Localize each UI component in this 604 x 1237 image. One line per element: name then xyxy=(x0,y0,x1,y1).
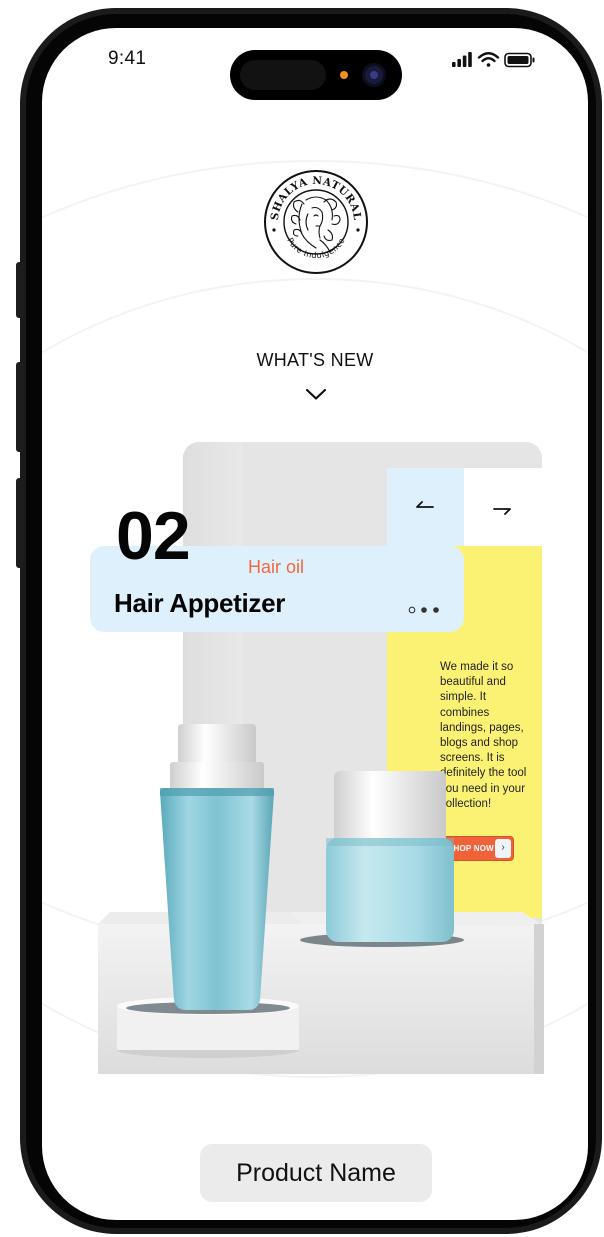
product-illustration xyxy=(98,724,544,1074)
section-heading: WHAT'S NEW xyxy=(256,350,374,370)
screen: 9:41 SHALYA NATURAL Pure Indulgence WHAT… xyxy=(42,28,588,1220)
chevron-down-icon[interactable] xyxy=(304,386,328,402)
product-category: Hair oil xyxy=(248,557,305,577)
status-icons xyxy=(452,52,535,68)
battery-icon xyxy=(504,52,535,68)
volume-down-button xyxy=(16,478,24,568)
product-title: Hair Appetizer xyxy=(114,588,286,618)
slide-dot[interactable] xyxy=(433,607,439,613)
arrow-right-icon[interactable] xyxy=(490,502,514,516)
arrow-left-icon[interactable] xyxy=(413,500,437,514)
privacy-indicator-icon xyxy=(340,71,348,79)
signal-icon xyxy=(452,52,472,67)
product-name-label: Product Name xyxy=(236,1159,396,1187)
brand-logo: SHALYA NATURAL Pure Indulgence xyxy=(264,170,368,274)
action-button xyxy=(16,262,24,318)
slide-indicator[interactable] xyxy=(408,606,444,614)
camera-icon xyxy=(362,63,386,87)
wifi-icon xyxy=(477,52,500,67)
volume-up-button xyxy=(16,362,24,452)
status-time: 9:41 xyxy=(108,48,147,69)
product-number: 02 xyxy=(116,498,191,574)
product-name-button[interactable]: Product Name xyxy=(200,1144,432,1202)
slide-dot[interactable] xyxy=(408,606,416,614)
dynamic-island xyxy=(230,50,402,100)
slide-dot[interactable] xyxy=(421,607,427,613)
